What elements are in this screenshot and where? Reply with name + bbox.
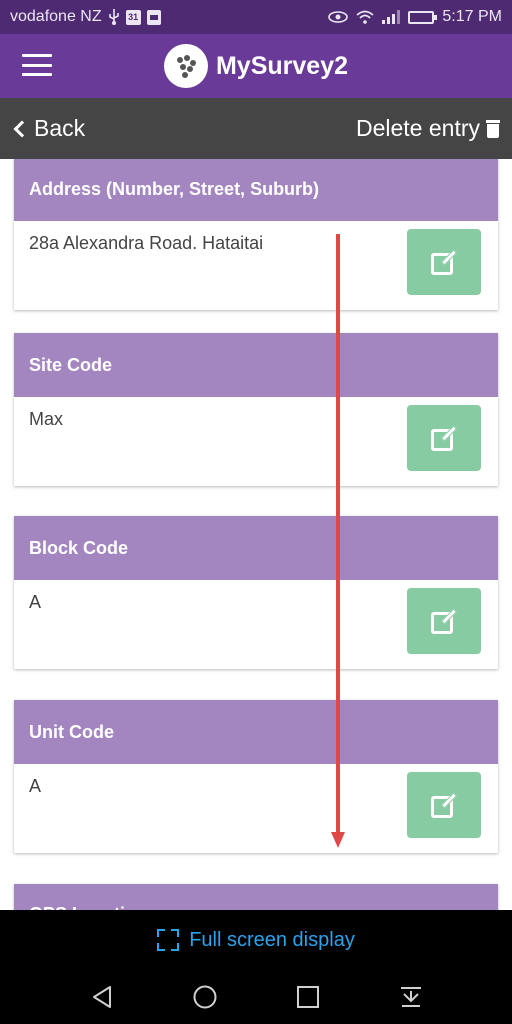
field-value: 28a Alexandra Road. Hataitai <box>29 233 264 253</box>
action-bar: Back Delete entry <box>0 98 512 159</box>
field-card-address: Address (Number, Street, Suburb) 28a Ale… <box>14 159 498 310</box>
nav-back-icon[interactable] <box>82 977 122 1017</box>
field-body: A <box>14 580 498 669</box>
brand: MySurvey2 <box>163 44 349 88</box>
delete-entry-label: Delete entry <box>355 115 480 141</box>
survey-entry-list[interactable]: Address (Number, Street, Suburb) 28a Ale… <box>0 159 512 910</box>
back-button[interactable]: Back <box>0 115 85 142</box>
app-title: MySurvey2 <box>215 51 349 80</box>
edit-icon <box>431 249 458 275</box>
scroll-arrow-head <box>331 832 345 848</box>
field-card-block-code: Block Code A <box>14 516 498 669</box>
field-body: Max <box>14 397 498 486</box>
field-card-site-code: Site Code Max <box>14 333 498 486</box>
field-title: Address (Number, Street, Suburb) <box>14 159 498 221</box>
eye-icon <box>328 11 349 23</box>
field-card-unit-code: Unit Code A <box>14 700 498 853</box>
edit-icon <box>431 425 458 451</box>
chevron-left-icon <box>13 120 31 137</box>
edit-button[interactable] <box>407 772 481 838</box>
field-value: A <box>29 592 42 612</box>
field-title: Unit Code <box>14 700 498 764</box>
field-body: 28a Alexandra Road. Hataitai <box>14 221 498 310</box>
field-card-gps-location: GPS Location <box>14 884 498 910</box>
edit-icon <box>431 792 458 818</box>
nav-recents-icon[interactable] <box>288 977 328 1017</box>
scroll-arrow-line <box>336 234 340 834</box>
app-bar: MySurvey2 <box>0 34 512 98</box>
status-bar: vodafone NZ 31 5:17 PM <box>0 0 512 34</box>
field-value: Max <box>29 409 64 429</box>
signal-icon <box>382 10 401 24</box>
trash-icon <box>486 119 500 138</box>
nav-notifications-icon[interactable] <box>391 977 431 1017</box>
full-screen-button[interactable]: Full screen display <box>0 910 512 970</box>
field-title: Block Code <box>14 516 498 580</box>
expand-icon <box>157 929 180 951</box>
field-title: Site Code <box>14 333 498 397</box>
field-title: GPS Location <box>14 884 498 910</box>
delete-entry-button[interactable]: Delete entry <box>356 115 512 142</box>
battery-icon <box>408 10 438 24</box>
nav-home-icon[interactable] <box>185 977 225 1017</box>
carrier-name: vodafone NZ <box>10 8 102 25</box>
system-nav-bar <box>0 970 512 1024</box>
clock: 5:17 PM <box>442 8 502 25</box>
app-logo <box>163 44 208 88</box>
sd-card-icon <box>146 9 161 25</box>
edit-button[interactable] <box>407 229 481 295</box>
calendar-icon: 31 <box>125 9 141 25</box>
full-screen-label: Full screen display <box>189 928 355 951</box>
edit-button[interactable] <box>407 588 481 654</box>
field-body: A <box>14 764 498 853</box>
edit-icon <box>431 608 458 634</box>
menu-icon[interactable] <box>22 54 52 76</box>
field-value: A <box>29 776 42 796</box>
usb-icon <box>108 9 120 25</box>
edit-button[interactable] <box>407 405 481 471</box>
back-label: Back <box>34 115 86 141</box>
wifi-icon <box>356 10 374 24</box>
